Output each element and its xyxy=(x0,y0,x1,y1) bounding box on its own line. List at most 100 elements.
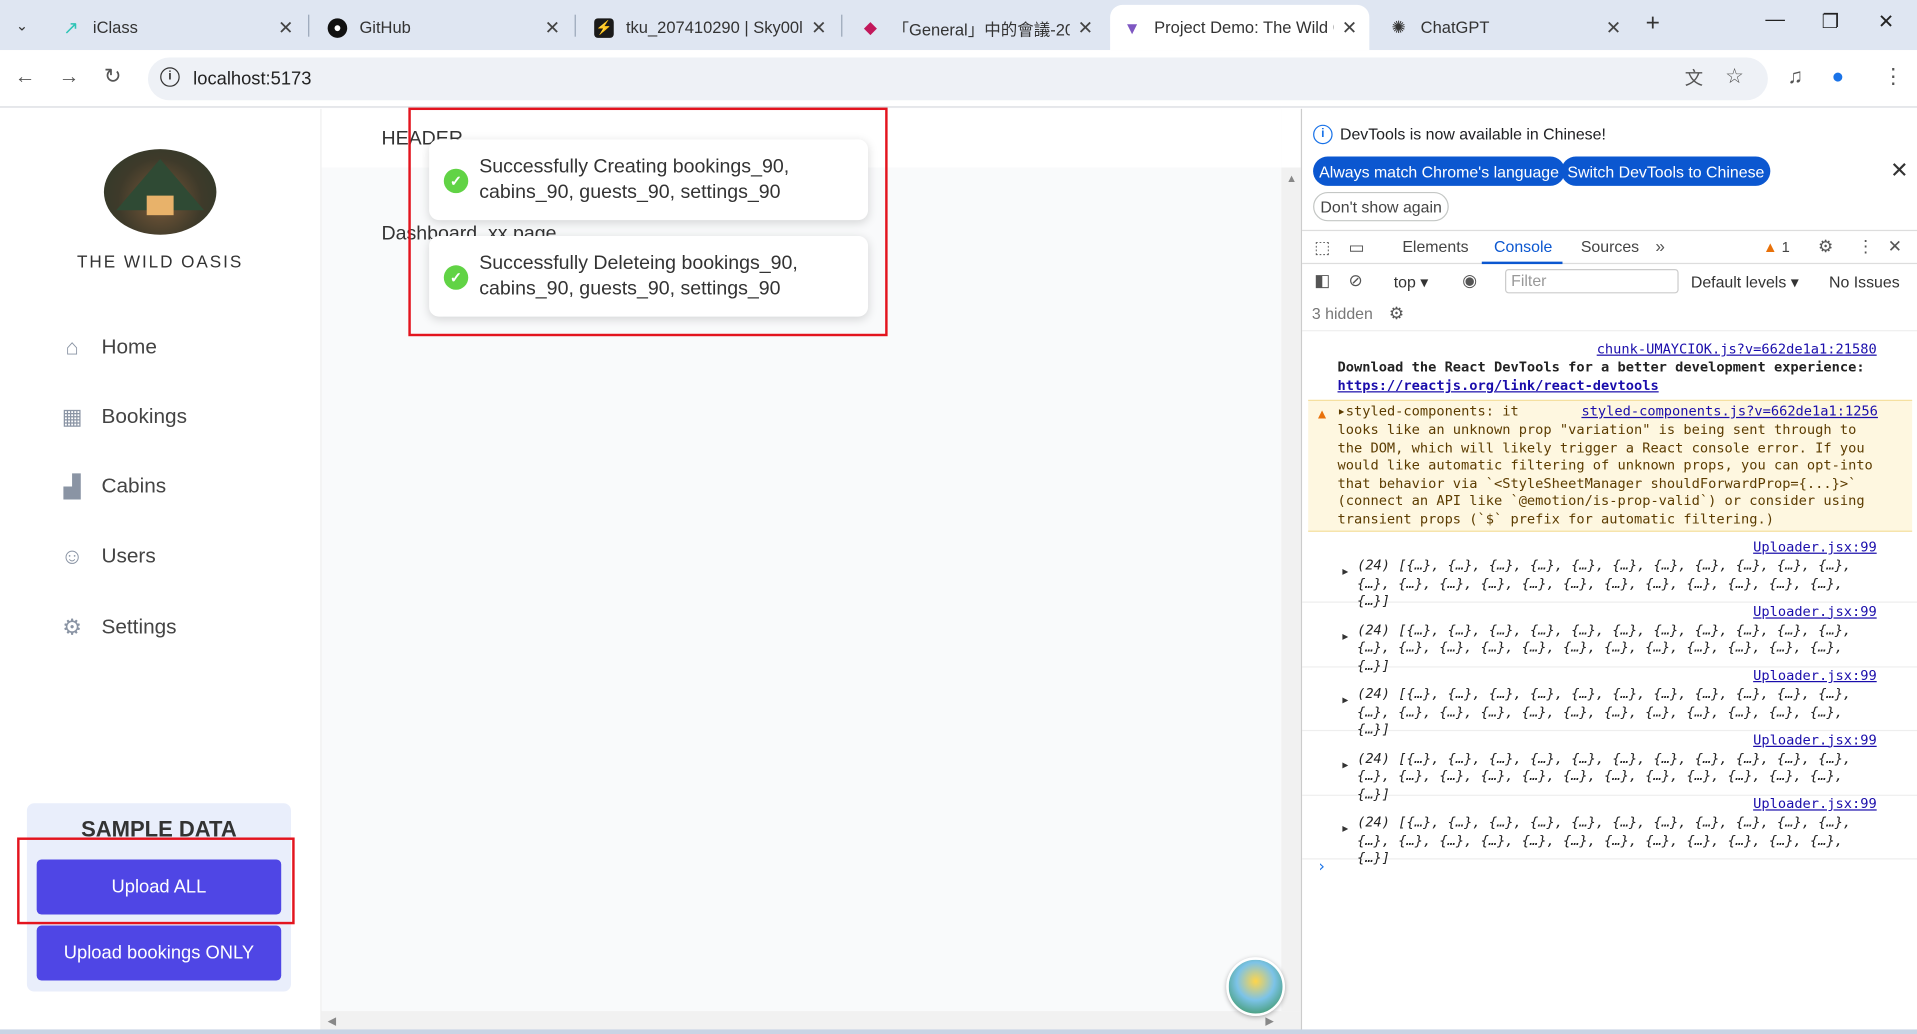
sidebar-toggle-icon[interactable]: ◧ xyxy=(1314,270,1330,291)
gear-icon[interactable]: ⚙ xyxy=(1389,303,1404,324)
github-icon: ● xyxy=(327,17,348,38)
browser-tab[interactable]: ✺ ChatGPT ✕ xyxy=(1377,5,1634,50)
switch-language-button[interactable]: Switch DevTools to Chinese xyxy=(1561,156,1771,186)
tab-console[interactable]: Console xyxy=(1494,237,1552,255)
tab-title: iClass xyxy=(92,18,138,37)
browser-tab-active[interactable]: ▼ Project Demo: The Wild O ✕ xyxy=(1110,4,1370,51)
filter-input[interactable]: Filter xyxy=(1505,268,1679,294)
source-link[interactable]: styled-components.js?v=662de1a1:1256 xyxy=(1581,403,1877,419)
profile-avatar-icon[interactable]: ● xyxy=(1831,65,1844,89)
device-toggle-icon[interactable]: ▭ xyxy=(1349,237,1365,258)
console-toolbar: ◧ ⊘ top ▾ ◉ Filter Default levels ▾ No I… xyxy=(1302,264,1917,298)
scroll-up-icon[interactable]: ▲ xyxy=(1286,172,1297,184)
back-icon[interactable]: ← xyxy=(15,65,36,89)
address-bar[interactable]: i localhost:5173 xyxy=(147,57,1768,101)
console-log-entry[interactable]: Uploader.jsx:99 ▶ (24) [{…}, {…}, {…}, {…}… xyxy=(1302,539,1917,609)
info-icon: i xyxy=(1313,124,1333,145)
highlight-box xyxy=(408,107,888,337)
levels-select[interactable]: Default levels ▾ xyxy=(1691,273,1799,293)
supabase-icon: ⚡ xyxy=(594,17,614,38)
more-tabs-icon[interactable]: » xyxy=(1655,236,1665,256)
log-link[interactable]: https://reactjs.org/link/react-devtools xyxy=(1338,378,1659,394)
source-link[interactable]: Uploader.jsx:99 xyxy=(1753,668,1877,684)
browser-tab[interactable]: ● GitHub ✕ xyxy=(315,5,572,50)
match-language-button[interactable]: Always match Chrome's language xyxy=(1313,156,1566,186)
console-log-entry[interactable]: Uploader.jsx:99 ▶ (24) [{…}, {…}, {…}, {…}… xyxy=(1302,603,1917,673)
media-icon[interactable]: ♫ xyxy=(1787,65,1803,89)
nav-label: Bookings xyxy=(101,404,187,428)
tab-search-button[interactable]: ⌄ xyxy=(7,11,36,40)
nav-item-cabins[interactable]: ▟ Cabins xyxy=(59,468,167,505)
warning-head: styled-components: it xyxy=(1345,403,1519,420)
close-icon[interactable]: ✕ xyxy=(278,17,293,39)
close-icon[interactable]: ✕ xyxy=(811,17,826,39)
close-icon[interactable]: ✕ xyxy=(545,17,560,39)
floating-app-icon[interactable] xyxy=(1226,957,1285,1016)
scroll-right-icon[interactable]: ▶ xyxy=(1265,1015,1273,1028)
bookmark-star-icon[interactable]: ☆ xyxy=(1725,65,1744,89)
logo xyxy=(103,149,217,235)
tab-sources[interactable]: Sources xyxy=(1581,237,1639,255)
issues-button[interactable]: No Issues xyxy=(1829,273,1900,291)
close-icon[interactable]: ✕ xyxy=(1888,236,1902,257)
expand-triangle-icon[interactable]: ▶ xyxy=(1342,566,1348,577)
home-icon: ⌂ xyxy=(65,334,79,359)
inspect-icon[interactable]: ⬚ xyxy=(1314,237,1330,258)
warning-badge[interactable]: ▲ 1 xyxy=(1763,238,1790,255)
reload-icon[interactable]: ↻ xyxy=(104,65,121,89)
source-link[interactable]: Uploader.jsx:99 xyxy=(1753,732,1877,748)
translate-icon[interactable]: 文 xyxy=(1685,65,1703,91)
expand-triangle-icon[interactable]: ▶ xyxy=(1342,823,1348,834)
upload-bookings-button[interactable]: Upload bookings ONLY xyxy=(36,925,282,981)
more-menu-icon[interactable]: ⋮ xyxy=(1883,65,1904,89)
site-info-icon[interactable]: i xyxy=(160,67,180,87)
warning-icon: ▲ xyxy=(1762,238,1778,256)
minimize-icon[interactable]: — xyxy=(1765,10,1785,32)
brand-name: THE WILD OASIS xyxy=(77,251,244,272)
tab-elements[interactable]: Elements xyxy=(1402,237,1468,255)
browser-tab[interactable]: ↗ iClass ✕ xyxy=(49,5,306,50)
building-icon: ▟ xyxy=(63,473,81,499)
nav-item-home[interactable]: ⌂ Home xyxy=(59,329,156,366)
expand-triangle-icon[interactable]: ▶ xyxy=(1342,630,1348,641)
scroll-left-icon[interactable]: ◀ xyxy=(328,1015,336,1028)
console-log-entry[interactable]: Uploader.jsx:99 ▶ (24) [{…}, {…}, {…}, {…}… xyxy=(1302,796,1917,866)
devtools-panel: i DevTools is now available in Chinese! … xyxy=(1300,108,1917,1034)
browser-toolbar: ← → ↻ i localhost:5173 文 ☆ ♫ ● ⋮ xyxy=(0,50,1917,108)
source-link[interactable]: Uploader.jsx:99 xyxy=(1753,796,1877,812)
tab-title: tku_207410290 | Sky00l's xyxy=(625,18,804,37)
expand-triangle-icon[interactable]: ▶ xyxy=(1342,759,1348,770)
window-close-icon[interactable]: ✕ xyxy=(1878,10,1894,34)
source-link[interactable]: chunk-UMAYCIOK.js?v=662de1a1:21580 xyxy=(1597,341,1877,357)
console-prompt[interactable]: › xyxy=(1317,858,1327,876)
nav-item-bookings[interactable]: ▦ Bookings xyxy=(59,399,187,436)
console-log-entry[interactable]: Uploader.jsx:99 ▶ (24) [{…}, {…}, {…}, {…}… xyxy=(1302,732,1917,802)
context-select[interactable]: top ▾ xyxy=(1394,273,1429,293)
warning-count: 1 xyxy=(1781,238,1790,256)
console-log-entry[interactable]: Uploader.jsx:99 ▶ (24) [{…}, {…}, {…}, {…}… xyxy=(1302,668,1917,737)
vertical-scrollbar[interactable]: ▲ xyxy=(1281,167,1301,1012)
close-icon[interactable]: ✕ xyxy=(1342,17,1357,39)
levels-value: Default levels xyxy=(1690,272,1787,291)
browser-tab[interactable]: ⚡ tku_207410290 | Sky00l's ✕ xyxy=(582,5,839,50)
eye-icon[interactable]: ◉ xyxy=(1462,270,1477,291)
expand-triangle-icon[interactable]: ▶ xyxy=(1342,694,1348,705)
source-link[interactable]: Uploader.jsx:99 xyxy=(1753,539,1877,555)
nav-item-users[interactable]: ☺ Users xyxy=(59,538,156,575)
source-link[interactable]: Uploader.jsx:99 xyxy=(1753,603,1877,619)
maximize-icon[interactable]: ❐ xyxy=(1822,10,1840,34)
gear-icon[interactable]: ⚙ xyxy=(1818,236,1833,257)
warning-text: looks like an unknown prop "variation" i… xyxy=(1337,421,1873,527)
url-text[interactable]: localhost:5173 xyxy=(193,68,311,89)
close-icon[interactable]: ✕ xyxy=(1890,158,1908,184)
dont-show-again-button[interactable]: Don't show again xyxy=(1313,191,1450,222)
close-icon[interactable]: ✕ xyxy=(1078,17,1093,39)
new-tab-button[interactable]: + xyxy=(1646,10,1660,38)
forward-icon[interactable]: → xyxy=(59,65,80,89)
clear-console-icon[interactable]: ⊘ xyxy=(1349,270,1363,291)
close-icon[interactable]: ✕ xyxy=(1606,17,1621,39)
more-menu-icon[interactable]: ⋮ xyxy=(1857,236,1874,257)
nav-item-settings[interactable]: ⚙ Settings xyxy=(59,609,176,646)
users-icon: ☺ xyxy=(60,543,84,568)
browser-tab[interactable]: ◆ 「General」中的會議-202 ✕ xyxy=(848,5,1105,50)
